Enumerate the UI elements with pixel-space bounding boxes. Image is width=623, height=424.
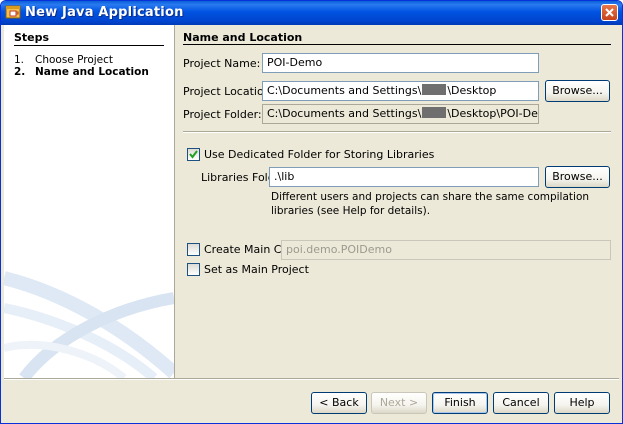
finish-button[interactable]: Finish (432, 392, 488, 414)
set-main-project-label[interactable]: Set as Main Project (204, 263, 309, 276)
project-location-suffix: \Desktop (447, 84, 497, 97)
main-class-value: poi.demo.POIDemo (286, 243, 392, 256)
step-number: 1. (14, 54, 25, 66)
project-location-prefix: C:\Documents and Settings\ (267, 84, 422, 97)
libraries-hint-line1: Different users and projects can share t… (271, 191, 590, 203)
main-class-input[interactable]: poi.demo.POIDemo (281, 240, 611, 260)
checkmark-icon (189, 150, 198, 159)
steps-title: Steps (14, 31, 50, 44)
step-item: 1. Choose Project (14, 54, 113, 66)
project-name-label: Project Name: (183, 57, 261, 70)
libraries-hint-line2: libraries (see Help for details). (271, 205, 431, 217)
decorative-swoosh-graphic (4, 271, 174, 378)
section-title: Name and Location (183, 31, 303, 44)
project-location-input[interactable]: C:\Documents and Settings\ \Desktop (262, 81, 539, 101)
redacted-username (422, 84, 447, 95)
project-folder-label: Project Folder: (183, 108, 262, 121)
close-icon (605, 8, 614, 17)
redacted-username (422, 107, 447, 118)
button-bar: < Back Next > Finish Cancel Help (1, 380, 622, 423)
project-name-input[interactable]: POI-Demo (262, 53, 539, 73)
close-button[interactable] (601, 4, 618, 21)
step-item-current: 2. Name and Location (14, 66, 149, 78)
name-location-pane: Name and Location Project Name: POI-Demo… (175, 25, 619, 378)
project-folder-field[interactable]: C:\Documents and Settings\ \Desktop\POI-D… (262, 104, 539, 124)
new-java-application-dialog: New Java Application Steps 1. Choose Proj… (0, 0, 623, 424)
divider (183, 131, 611, 133)
steps-divider (14, 45, 164, 46)
java-cup-icon (5, 5, 21, 19)
project-location-label: Project Location: (183, 85, 275, 98)
project-name-value: POI-Demo (267, 56, 323, 69)
libraries-folder-value: .\lib (274, 170, 295, 183)
browse-location-button[interactable]: Browse... (545, 80, 610, 102)
section-divider (183, 44, 611, 45)
window-title: New Java Application (25, 5, 184, 20)
create-main-class-checkbox[interactable] (187, 243, 200, 256)
dialog-content: Steps 1. Choose Project 2. Name and Locati… (4, 25, 619, 378)
project-folder-prefix: C:\Documents and Settings\ (267, 107, 422, 120)
steps-pane: Steps 1. Choose Project 2. Name and Locati… (4, 25, 175, 378)
cancel-button[interactable]: Cancel (493, 392, 549, 414)
libraries-folder-input[interactable]: .\lib (269, 167, 539, 187)
next-button[interactable]: Next > (371, 392, 427, 414)
use-dedicated-folder-checkbox[interactable] (187, 148, 200, 161)
project-folder-suffix: \Desktop\POI-Demo (447, 107, 538, 120)
step-label: Choose Project (35, 54, 114, 66)
use-dedicated-folder-label[interactable]: Use Dedicated Folder for Storing Librari… (204, 148, 434, 161)
step-label: Name and Location (35, 66, 149, 78)
back-button[interactable]: < Back (311, 392, 367, 414)
set-main-project-checkbox[interactable] (187, 263, 200, 276)
browse-libraries-button[interactable]: Browse... (545, 166, 610, 188)
help-button[interactable]: Help (554, 392, 610, 414)
title-bar[interactable]: New Java Application (1, 1, 622, 25)
step-number: 2. (14, 66, 26, 78)
